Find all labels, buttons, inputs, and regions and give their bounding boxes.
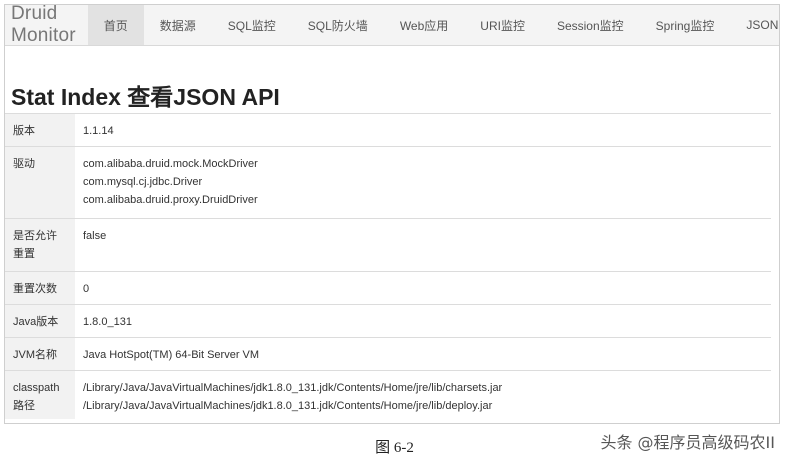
row-key: 重置次数: [5, 271, 75, 305]
value-line: Java HotSpot(TM) 64-Bit Server VM: [83, 349, 260, 361]
nav-item-home[interactable]: 首页: [87, 5, 144, 45]
value-line: 1.8.0_131: [83, 316, 132, 328]
row-value: com.alibaba.druid.mock.MockDriver com.my…: [75, 146, 771, 219]
value-line: /Library/Java/JavaVirtualMachines/jdk1.8…: [83, 400, 493, 412]
nav-item-datasource[interactable]: 数据源: [144, 5, 212, 45]
row-key: 是否允许 重置: [5, 218, 75, 272]
row-value: Java HotSpot(TM) 64-Bit Server VM: [75, 337, 771, 371]
value-line: 1.1.14: [83, 125, 114, 137]
nav-item-spring-monitor[interactable]: Spring监控: [640, 5, 731, 45]
table-row-version: 版本 1.1.14: [5, 113, 771, 147]
key-line: 是否允许: [13, 230, 57, 242]
row-key: JVM名称: [5, 337, 75, 371]
value-line: 0: [83, 283, 90, 295]
key-line: 重置: [13, 248, 35, 260]
row-key: Java版本: [5, 304, 75, 338]
brand-logo[interactable]: Druid Monitor: [5, 5, 88, 46]
value-line: false: [83, 230, 107, 242]
row-value: 1.8.0_131: [75, 304, 771, 338]
nav-item-sql-monitor[interactable]: SQL监控: [212, 5, 292, 45]
nav-item-json-api[interactable]: JSON API: [730, 5, 779, 45]
value-line: com.mysql.cj.jdbc.Driver: [83, 176, 203, 188]
key-line: classpath: [13, 382, 60, 394]
watermark: 头条 @程序员高级码农II: [600, 433, 775, 452]
row-key: 驱动: [5, 146, 75, 219]
table-row-classpath: classpath 路径 /Library/Java/JavaVirtualMa…: [5, 370, 771, 419]
nav-item-sql-firewall[interactable]: SQL防火墙: [292, 5, 384, 45]
row-value: 0: [75, 271, 771, 305]
page-title: Stat Index 查看JSON API: [11, 84, 280, 110]
table-row-driver: 驱动 com.alibaba.druid.mock.MockDriver com…: [5, 146, 771, 219]
navbar: Druid Monitor 首页 数据源 SQL监控 SQL防火墙 Web应用 …: [5, 5, 779, 46]
stat-info-table: 版本 1.1.14 驱动 com.alibaba.druid.mock.Mock…: [5, 113, 771, 419]
nav-item-web-app[interactable]: Web应用: [384, 5, 464, 45]
row-value: false: [75, 218, 771, 272]
row-value: 1.1.14: [75, 113, 771, 147]
value-line: /Library/Java/JavaVirtualMachines/jdk1.8…: [83, 382, 503, 394]
key-line: 路径: [13, 400, 35, 412]
row-key: 版本: [5, 113, 75, 147]
table-row-reset-enable: 是否允许 重置 false: [5, 218, 771, 272]
table-row-jvm-name: JVM名称 Java HotSpot(TM) 64-Bit Server VM: [5, 337, 771, 371]
value-line: com.alibaba.druid.mock.MockDriver: [83, 158, 258, 170]
table-row-java-version: Java版本 1.8.0_131: [5, 304, 771, 338]
nav-item-session-monitor[interactable]: Session监控: [541, 5, 640, 45]
row-key: classpath 路径: [5, 370, 75, 419]
table-row-reset-count: 重置次数 0: [5, 271, 771, 305]
nav-item-uri-monitor[interactable]: URI监控: [464, 5, 541, 45]
nav-menu: 首页 数据源 SQL监控 SQL防火墙 Web应用 URI监控 Session监…: [87, 5, 779, 45]
row-value: /Library/Java/JavaVirtualMachines/jdk1.8…: [75, 370, 771, 419]
value-line: com.alibaba.druid.proxy.DruidDriver: [83, 194, 258, 206]
